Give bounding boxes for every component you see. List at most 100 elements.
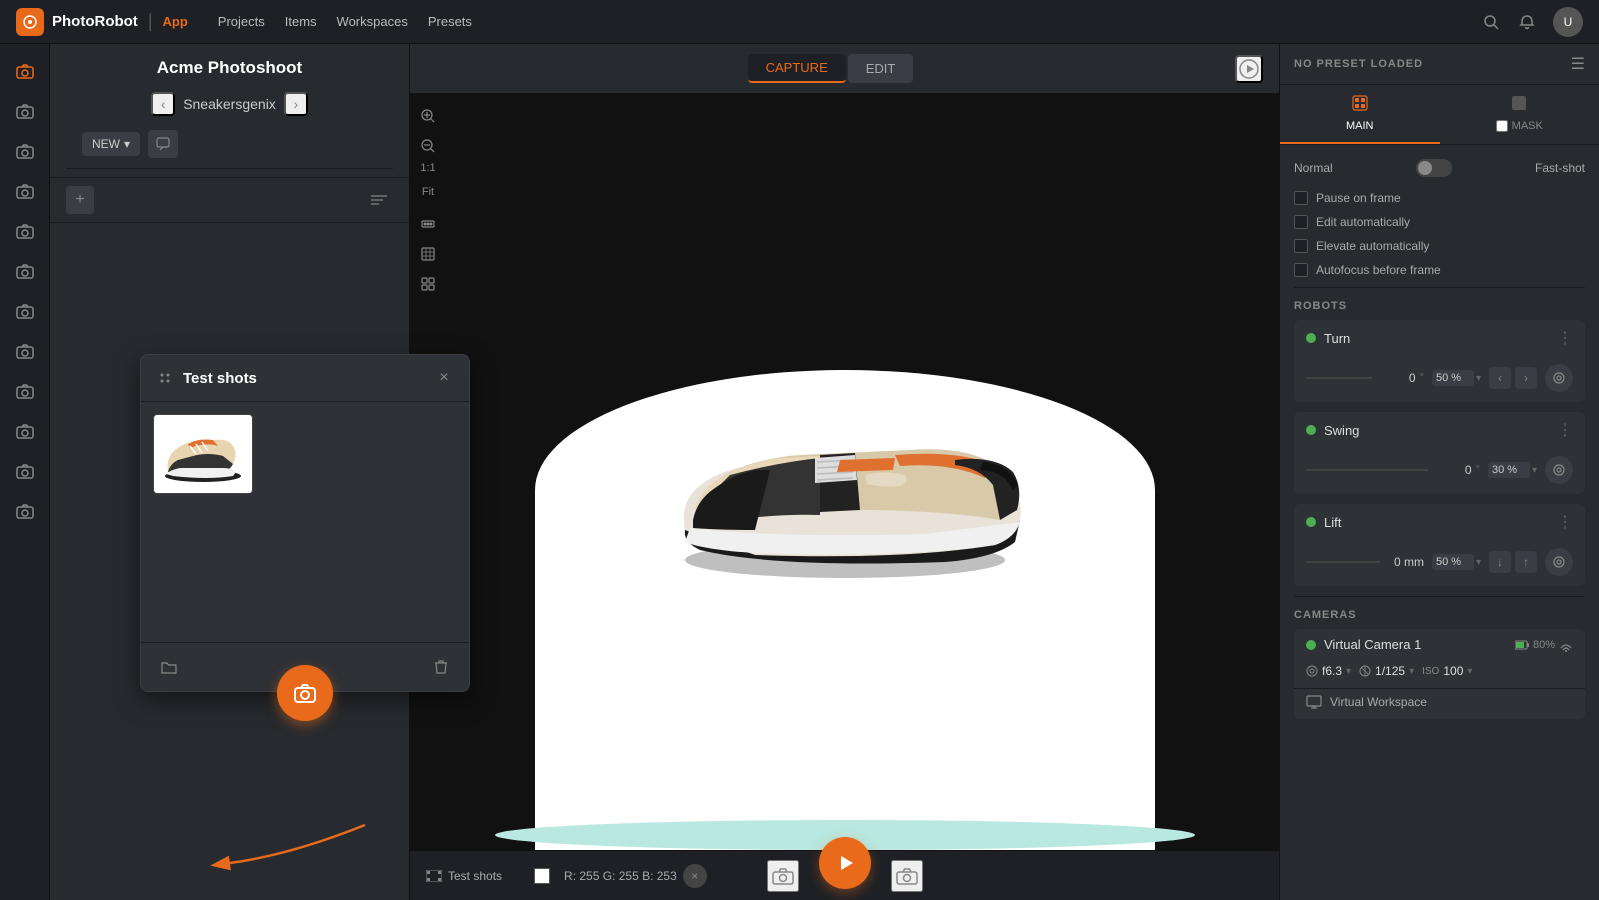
mask-checkbox[interactable] [1496,120,1508,132]
play-session-button-bottom[interactable] [819,837,871,889]
aperture-dropdown[interactable]: ▾ [1346,666,1351,677]
swing-more-button[interactable]: ⋮ [1557,420,1573,440]
nav-prev-button[interactable]: ‹ [151,92,175,116]
nav-items[interactable]: Items [285,14,317,29]
pause-on-frame-checkbox[interactable] [1294,191,1308,205]
lift-down-button[interactable]: ↓ [1489,551,1511,573]
strip-icon-10[interactable] [8,414,42,448]
lift-slider[interactable] [1306,561,1380,563]
viewport-toolbar-right [1235,55,1263,83]
turn-next-button[interactable]: › [1515,367,1537,389]
turn-prev-button[interactable]: ‹ [1489,367,1511,389]
zoom-fit-label[interactable]: Fit [414,186,442,198]
lift-pct-dropdown[interactable]: ▾ [1476,557,1481,568]
bottom-test-shots-label[interactable]: Test shots [426,869,502,883]
lift-pct-group: ▾ [1432,554,1481,570]
drag-handle[interactable] [155,368,175,388]
folder-button[interactable] [155,653,183,681]
swing-pct-dropdown[interactable]: ▾ [1532,465,1537,476]
lift-nav-buttons: ↓ ↑ [1489,551,1537,573]
iso-dropdown[interactable]: ▾ [1467,666,1472,677]
panel-tabs: MAIN MASK [1280,85,1599,145]
mode-toggle[interactable] [1416,159,1452,177]
lift-robot-controls: 0 mm ▾ ↓ ↑ [1294,540,1585,586]
capture-fab-button[interactable] [277,665,333,721]
icon-strip [0,44,50,900]
capture-edit-tabs: CAPTURE EDIT [748,54,914,83]
add-item-button[interactable]: + [66,186,94,214]
logo: PhotoRobot | App [16,8,188,36]
strip-icon-3[interactable] [8,134,42,168]
swing-slider[interactable] [1306,469,1428,471]
clear-color-button[interactable]: × [683,864,707,888]
lift-pct-input[interactable] [1432,554,1474,570]
nav-next-button[interactable]: › [284,92,308,116]
edit-automatically-checkbox[interactable] [1294,215,1308,229]
filmstrip-view-button[interactable] [414,240,442,268]
swing-degrees[interactable]: 0 [1432,463,1472,477]
nav-workspaces[interactable]: Workspaces [337,14,408,29]
turn-pct-input[interactable] [1432,370,1474,386]
turn-more-button[interactable]: ⋮ [1557,328,1573,348]
snapshot-button[interactable] [891,860,923,892]
turn-home-button[interactable] [1545,364,1573,392]
tab-main[interactable]: MAIN [1280,85,1440,144]
zoom-out-button[interactable] [414,132,442,160]
nav-projects[interactable]: Projects [218,14,265,29]
shutter-setting: 1/125 ▾ [1359,664,1414,678]
test-shot-thumbnail[interactable] [153,414,253,494]
strip-icon-9[interactable] [8,374,42,408]
turn-pct-dropdown[interactable]: ▾ [1476,373,1481,384]
lift-mm[interactable]: 0 mm [1384,555,1424,569]
shutter-icon [1359,665,1371,677]
autofocus-before-frame-checkbox[interactable] [1294,263,1308,277]
delete-button[interactable] [427,653,455,681]
strip-camera-icon[interactable] [8,54,42,88]
comment-button[interactable] [148,130,178,158]
strip-icon-11[interactable] [8,454,42,488]
strip-icon-2[interactable] [8,94,42,128]
exposure-tool-button[interactable] [414,210,442,238]
zoom-in-button[interactable] [414,102,442,130]
turn-slider[interactable] [1306,377,1372,379]
test-shots-close-button[interactable]: × [433,367,455,389]
camera-bottom-icon[interactable] [767,860,799,892]
strip-icon-7[interactable] [8,294,42,328]
strip-icon-12[interactable] [8,494,42,528]
play-session-button[interactable] [1235,55,1263,83]
shutter-dropdown[interactable]: ▾ [1409,666,1414,677]
sidebar-title: Acme Photoshoot [66,58,393,78]
sort-button[interactable] [365,186,393,214]
grid-view-button[interactable] [414,270,442,298]
aperture-setting: f6.3 ▾ [1306,664,1351,678]
lift-up-button[interactable]: ↑ [1515,551,1537,573]
edit-tab[interactable]: EDIT [848,54,914,83]
camera-header: Virtual Camera 1 80% [1294,629,1585,660]
pause-on-frame-label: Pause on frame [1316,191,1401,205]
thumb-sneaker-svg [158,424,248,484]
lift-robot-header: Lift ⋮ [1294,504,1585,540]
zoom-tools: 1:1 Fit [410,94,446,306]
tab-mask[interactable]: MASK [1440,85,1599,144]
turn-degrees[interactable]: 0 [1376,371,1416,385]
bell-icon[interactable] [1517,12,1537,32]
lift-home-button[interactable] [1545,548,1573,576]
swing-pct-input[interactable] [1488,462,1530,478]
test-shots-footer [141,642,469,691]
test-shots-title: Test shots [183,370,433,387]
swing-home-button[interactable] [1545,456,1573,484]
new-button[interactable]: NEW ▾ [82,132,140,156]
strip-icon-5[interactable] [8,214,42,248]
strip-icon-6[interactable] [8,254,42,288]
user-avatar[interactable]: U [1553,7,1583,37]
nav-presets[interactable]: Presets [428,14,472,29]
panel-menu-icon[interactable]: ☰ [1571,54,1585,74]
search-icon[interactable] [1481,12,1501,32]
strip-icon-8[interactable] [8,334,42,368]
elevate-automatically-checkbox[interactable] [1294,239,1308,253]
turn-value-group: 0 ° [1306,371,1424,385]
lift-more-button[interactable]: ⋮ [1557,512,1573,532]
strip-icon-4[interactable] [8,174,42,208]
capture-tab[interactable]: CAPTURE [748,54,846,83]
sidebar-actions: NEW ▾ [66,124,393,169]
